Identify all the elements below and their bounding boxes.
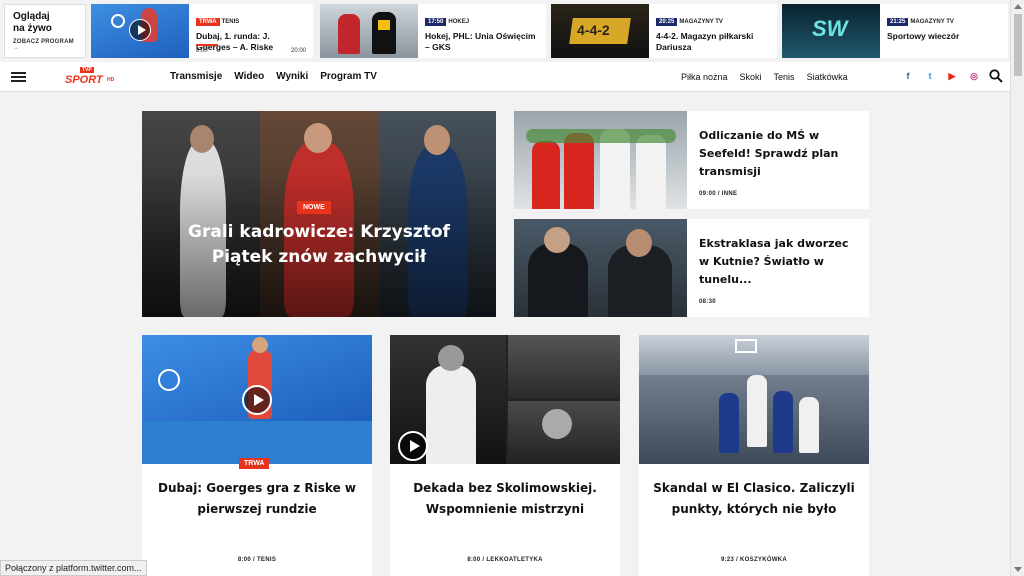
program-link[interactable]: ZOBACZ PROGRAM → (13, 39, 77, 51)
side-article[interactable]: Odliczanie do MŚ w Seefeld! Sprawdź plan… (514, 111, 869, 209)
logo-tvp: TVP (80, 67, 94, 73)
time-badge: 17:50 (425, 18, 447, 26)
side-article-meta: 09:00 / INNE (699, 191, 738, 197)
play-icon[interactable] (398, 431, 428, 461)
youtube-icon[interactable]: ▶ (947, 71, 957, 82)
menu-item-wyniki[interactable]: Wyniki (276, 71, 308, 82)
main-nav: TVP SPORT HD Transmisje Wideo Wyniki Pro… (0, 62, 1010, 92)
menu-item-wideo[interactable]: Wideo (234, 71, 264, 82)
side-article-title[interactable]: Odliczanie do MŚ w Seefeld! Sprawdź plan… (699, 127, 857, 181)
live-card-title: Sportowy wieczór (887, 31, 960, 41)
live-card-title: Hokej, PHL: Unia Oświęcim – GKS (425, 31, 536, 52)
twitter-icon[interactable]: t (925, 71, 935, 82)
category-pilka-nozna[interactable]: Piłka nożna (681, 72, 728, 82)
side-article-meta: 08:30 (699, 299, 716, 305)
live-card-thumbnail: 4-4-2 (551, 4, 649, 58)
facebook-icon[interactable]: f (903, 71, 913, 82)
hero-shade (142, 111, 496, 317)
side-article-image (514, 219, 687, 317)
article-card-title[interactable]: Dubaj: Goerges gra z Riske w pierwszej r… (156, 478, 358, 520)
thumbnail-label: SW (812, 16, 848, 41)
article-card[interactable]: Dekada bez Skolimowskiej. Wspomnienie mi… (390, 335, 620, 576)
menu-item-transmisje[interactable]: Transmisje (170, 71, 222, 82)
article-card-title[interactable]: Dekada bez Skolimowskiej. Wspomnienie mi… (404, 478, 606, 520)
live-card-thumbnail (91, 4, 189, 58)
live-card-thumbnail (320, 4, 418, 58)
live-card-magazine[interactable]: 4-4-2 20:25 MAGAZYNY TV 4-4-2. Magazyn pi… (551, 4, 777, 58)
end-time: 20:00 (290, 48, 306, 54)
side-article-image (514, 111, 687, 209)
article-card-image (639, 335, 869, 464)
live-card-hockey[interactable]: 17:50 HOKEJ Hokej, PHL: Unia Oświęcim – G… (320, 4, 546, 58)
search-icon[interactable] (989, 69, 1003, 83)
live-box[interactable]: Oglądaj na żywo ZOBACZ PROGRAM → (4, 4, 86, 58)
live-box-title: Oglądaj na żywo (13, 11, 52, 34)
hero-headline[interactable]: Grali kadrowicze: Krzysztof Piątek znów … (162, 220, 476, 270)
category-tenis[interactable]: Tenis (774, 72, 795, 82)
vertical-scrollbar[interactable] (1010, 0, 1024, 576)
scrollbar-thumb[interactable] (1014, 14, 1022, 76)
scroll-up-icon[interactable] (1014, 4, 1022, 9)
category-siatkowka[interactable]: Siatkówka (807, 72, 848, 82)
program-link-label: ZOBACZ PROGRAM (13, 39, 74, 45)
hero-article[interactable]: NOWE Grali kadrowicze: Krzysztof Piątek … (142, 111, 496, 317)
start-time: 8:00 (196, 48, 208, 54)
browser-status-bar: Połączony z platform.twitter.com... (0, 560, 147, 576)
social-links: f t ▶ ◎ (903, 71, 979, 82)
arrow-right-icon: → (13, 45, 20, 51)
logo-sport: SPORT (65, 74, 103, 86)
category-menu: Piłka nożna Skoki Tenis Siatkówka (681, 72, 848, 82)
live-badge: TRWA (239, 458, 270, 469)
logo-hd: HD (107, 77, 115, 83)
primary-menu: Transmisje Wideo Wyniki Program TV (170, 71, 377, 82)
live-card-thumbnail: SW (782, 4, 880, 58)
play-icon[interactable] (129, 19, 151, 41)
article-card-image (142, 335, 372, 464)
live-card-tennis[interactable]: TRWA TENIS Dubaj, 1. runda: J. Goerges – … (91, 4, 313, 58)
time-badge: 20:25 (656, 18, 678, 26)
progress-bar (196, 44, 218, 46)
category-label: MAGAZYNY TV (679, 19, 723, 25)
site-logo[interactable]: TVP SPORT HD (63, 67, 127, 87)
live-strip: Oglądaj na żywo ZOBACZ PROGRAM → TRWA TEN… (0, 0, 1010, 62)
article-card-title[interactable]: Skandal w El Clasico. Zaliczyli punkty, … (653, 478, 855, 520)
instagram-icon[interactable]: ◎ (969, 71, 979, 82)
category-label: HOKEJ (448, 19, 470, 25)
side-article[interactable]: Ekstraklasa jak dworzec w Kutnie? Światł… (514, 219, 869, 317)
thumbnail-label: 4-4-2 (577, 22, 610, 38)
category-label: MAGAZYNY TV (910, 19, 954, 25)
article-card[interactable]: TRWA Dubaj: Goerges gra z Riske w pierws… (142, 335, 372, 576)
hamburger-menu-icon[interactable] (11, 72, 26, 82)
new-badge: NOWE (297, 201, 331, 214)
scroll-down-icon[interactable] (1014, 567, 1022, 572)
article-card[interactable]: Skandal w El Clasico. Zaliczyli punkty, … (639, 335, 869, 576)
menu-item-program-tv[interactable]: Program TV (320, 71, 377, 82)
category-skoki[interactable]: Skoki (740, 72, 762, 82)
status-badge: TRWA (196, 18, 220, 26)
live-card-title: 4-4-2. Magazyn piłkarski Dariusza (656, 31, 754, 52)
article-card-image (390, 335, 620, 464)
side-article-title[interactable]: Ekstraklasa jak dworzec w Kutnie? Światł… (699, 235, 857, 289)
play-icon[interactable] (242, 385, 272, 415)
live-card-evening[interactable]: SW 21:25 MAGAZYNY TV Sportowy wieczór (782, 4, 1008, 58)
article-card-meta: 8:00 / TENIS (237, 557, 277, 563)
article-card-meta: 9:23 / KOSZYKÓWKA (720, 557, 788, 563)
category-label: TENIS (221, 19, 240, 25)
article-card-meta: 8:00 / LEKKOATLETYKA (467, 557, 543, 563)
time-badge: 21:25 (887, 18, 909, 26)
